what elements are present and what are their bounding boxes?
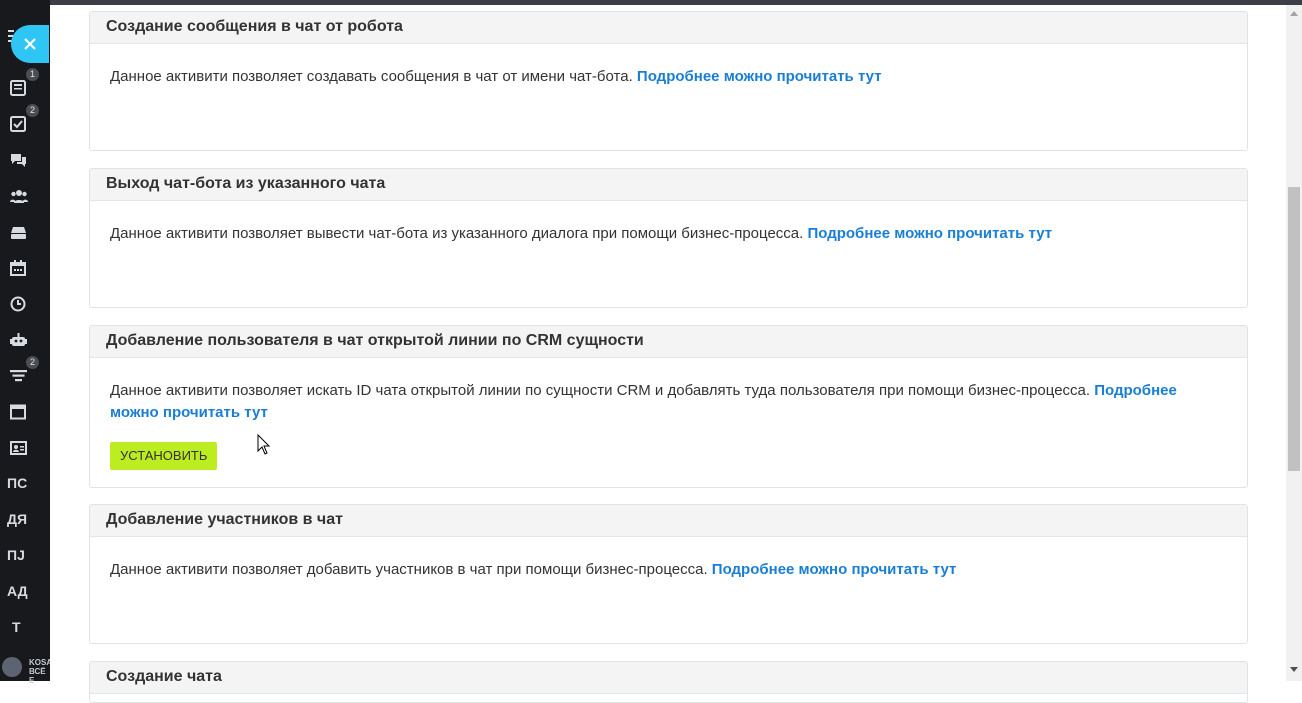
sidebar-item-pj-label: ПЈ: [7, 547, 25, 563]
sidebar-item-ad-label: АД: [7, 583, 28, 599]
read-more-link[interactable]: Подробнее можно прочитать тут: [807, 225, 1052, 242]
sidebar-item-ps[interactable]: ПС: [0, 470, 50, 498]
left-sidebar: 1 2 2 ПС ДЯ ПЈ АД Т KOSA ВСЁ Е: [0, 0, 53, 685]
activities-list: Создание сообщения в чат от робота Данно…: [50, 5, 1286, 703]
activity-card: Добавление участников в чат Данное актив…: [89, 504, 1248, 644]
sidebar-item-t-label: Т: [12, 619, 21, 635]
activity-card: Выход чат-бота из указанного чата Данное…: [89, 168, 1248, 308]
filters-count-badge: 2: [26, 356, 39, 369]
sidebar-item-pj[interactable]: ПЈ: [0, 542, 50, 570]
activity-card: Добавление пользователя в чат открытой л…: [89, 325, 1248, 488]
activity-card-title: Выход чат-бота из указанного чата: [90, 169, 1247, 201]
scroll-up-arrow-icon[interactable]: [1290, 11, 1298, 16]
install-button[interactable]: УСТАНОВИТЬ: [110, 442, 218, 470]
sidebar-item-worktime[interactable]: [0, 290, 50, 318]
activity-card-title: Создание чата: [90, 662, 1247, 694]
activity-card-body: Данное активити позволяет создавать сооб…: [90, 44, 1247, 88]
sidebar-item-dr-label: ДЯ: [7, 511, 28, 527]
sidebar-item-ps-label: ПС: [7, 475, 28, 491]
company-logo-line-1: KOSA: [29, 658, 53, 667]
company-logo-line-2: ВСЁ Е: [29, 667, 46, 685]
sidebar-item-filters[interactable]: 2: [0, 356, 50, 390]
read-more-link[interactable]: Подробнее можно прочитать тут: [712, 561, 957, 578]
filter-icon: [10, 370, 27, 382]
activity-card-body: Данное активити позволяет добавить участ…: [90, 537, 1247, 581]
contact-card-icon: [10, 441, 27, 455]
drive-icon: [11, 227, 26, 239]
sidebar-item-t[interactable]: Т: [0, 614, 50, 642]
close-icon: [24, 38, 36, 50]
activity-card-title: Добавление участников в чат: [90, 505, 1247, 537]
sidebar-item-robot[interactable]: [0, 326, 50, 354]
scroll-down-arrow-icon[interactable]: [1290, 667, 1298, 672]
activity-card: Создание сообщения в чат от робота Данно…: [89, 11, 1248, 151]
scrollbar-thumb[interactable]: [1288, 187, 1300, 471]
sidebar-item-chat[interactable]: [0, 146, 50, 174]
sidebar-item-groups[interactable]: [0, 182, 50, 210]
sidebar-item-calendar[interactable]: [0, 254, 50, 282]
activity-card-title: Добавление пользователя в чат открытой л…: [90, 326, 1247, 358]
news-feed-icon: [10, 80, 26, 96]
mouse-pointer-icon: [257, 434, 271, 455]
activity-card-description: Данное активити позволяет искать ID чата…: [110, 382, 1091, 399]
activity-card-title: Создание сообщения в чат от робота: [90, 12, 1247, 44]
sidebar-item-ad[interactable]: АД: [0, 578, 50, 606]
vertical-scrollbar[interactable]: [1286, 5, 1302, 681]
sidebar-item-contacts[interactable]: [0, 434, 50, 462]
activity-card-description: Данное активити позволяет добавить участ…: [110, 561, 708, 578]
content-area: Создание сообщения в чат от робота Данно…: [50, 5, 1286, 703]
company-logo: [2, 657, 22, 677]
users-icon: [10, 190, 28, 203]
activity-card-description: Данное активити позволяет создавать сооб…: [110, 68, 633, 85]
sidebar-item-dr[interactable]: ДЯ: [0, 506, 50, 534]
sidebar-item-tasks[interactable]: 2: [0, 104, 50, 138]
chat-icon: [11, 154, 26, 167]
activity-card-description: Данное активити позволяет вывести чат-бо…: [110, 225, 804, 242]
browser-window-icon: [10, 404, 26, 420]
robot-icon: [10, 333, 27, 346]
sidebar-item-feed[interactable]: 1: [0, 68, 50, 102]
tasks-count-badge: 2: [26, 104, 39, 117]
activity-card: Создание чата: [89, 661, 1248, 703]
feed-count-badge: 1: [26, 68, 39, 81]
close-slider-button[interactable]: [11, 25, 49, 63]
activity-card-body: Данное активити позволяет вывести чат-бо…: [90, 201, 1247, 245]
read-more-link[interactable]: Подробнее можно прочитать тут: [637, 68, 882, 85]
clock-icon: [10, 296, 26, 312]
sidebar-item-sites[interactable]: [0, 398, 50, 426]
calendar-icon: [10, 260, 26, 276]
sidebar-item-drive[interactable]: [0, 218, 50, 246]
tasks-icon: [10, 116, 26, 132]
